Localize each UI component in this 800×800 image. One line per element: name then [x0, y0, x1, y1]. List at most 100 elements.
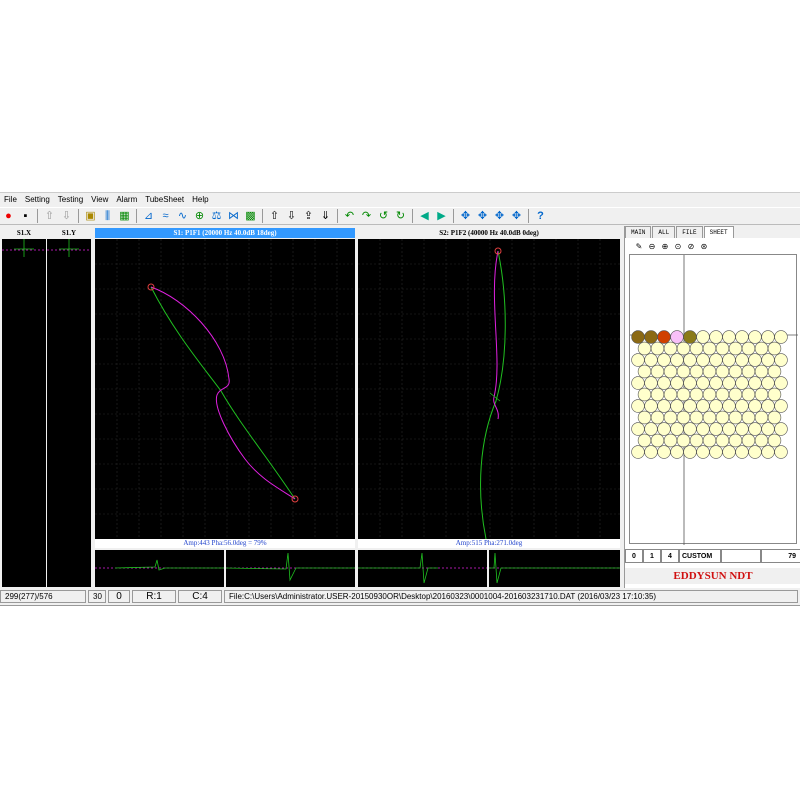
tube-cell[interactable]	[650, 341, 665, 356]
tube-cell[interactable]	[689, 364, 704, 379]
tube-cell[interactable]	[683, 422, 697, 436]
zoom-in-icon[interactable]: ⊕	[659, 241, 671, 251]
tube-cell[interactable]	[748, 422, 762, 436]
tube-cell[interactable]	[663, 433, 678, 448]
tube-cell[interactable]	[735, 445, 749, 459]
tube-cell[interactable]	[689, 387, 704, 402]
lissajous-s2[interactable]	[358, 239, 620, 540]
zoom-reset-icon[interactable]: ⊘	[685, 241, 697, 251]
tube-cell[interactable]	[676, 364, 691, 379]
tube-cell[interactable]	[696, 422, 710, 436]
tube-cell[interactable]	[696, 376, 710, 390]
tube-cell[interactable]	[670, 422, 684, 436]
move-2-icon[interactable]: ✥	[475, 209, 490, 224]
zoom-select-icon[interactable]: ⊛	[698, 241, 710, 251]
tube-cell[interactable]	[631, 399, 645, 413]
tube-cell[interactable]	[735, 376, 749, 390]
record-icon[interactable]: ●	[1, 209, 16, 224]
s1-strip-x[interactable]	[95, 550, 224, 587]
tube-cell[interactable]	[631, 376, 645, 390]
calibrate-icon[interactable]: ▣	[83, 209, 98, 224]
rotate-left-icon[interactable]: ↶	[342, 209, 357, 224]
tube-cell[interactable]	[735, 399, 749, 413]
tube-cell[interactable]	[644, 399, 658, 413]
tube-cell[interactable]	[761, 376, 775, 390]
tube-cell[interactable]	[754, 364, 769, 379]
scale-icon[interactable]: ≈	[158, 209, 173, 224]
tube-cell[interactable]	[741, 433, 756, 448]
tube-cell[interactable]	[774, 376, 788, 390]
tube-cell[interactable]	[728, 433, 743, 448]
save-icon[interactable]: ▪	[18, 209, 33, 224]
menu-file[interactable]: File	[0, 195, 21, 204]
tube-cell[interactable]	[741, 364, 756, 379]
marker-icon[interactable]: ⋈	[226, 209, 241, 224]
s2-strip-x[interactable]	[358, 550, 487, 587]
tube-cell[interactable]	[774, 353, 788, 367]
tube-cell[interactable]	[722, 353, 736, 367]
tubesheet-map[interactable]	[629, 254, 798, 545]
mixer-icon[interactable]: ⫼	[100, 209, 115, 224]
table-icon[interactable]: ▩	[243, 209, 258, 224]
tab-all[interactable]: ALL	[652, 226, 676, 238]
tube-cell[interactable]	[657, 422, 671, 436]
edit-icon[interactable]: ✎	[633, 241, 645, 251]
page-down-icon[interactable]: ⇓	[318, 209, 333, 224]
tube-cell[interactable]	[722, 399, 736, 413]
move-3-icon[interactable]: ✥	[492, 209, 507, 224]
strip-chart-s1x[interactable]	[2, 239, 46, 587]
tube-cell[interactable]	[702, 433, 717, 448]
tube-cell[interactable]	[696, 399, 710, 413]
tube-cell[interactable]	[637, 387, 652, 402]
tube-cell[interactable]	[722, 330, 736, 344]
tube-cell[interactable]	[637, 364, 652, 379]
tube-cell[interactable]	[748, 353, 762, 367]
tube-cell[interactable]	[702, 341, 717, 356]
tube-cell[interactable]	[761, 445, 775, 459]
tube-cell[interactable]	[657, 353, 671, 367]
tube-cell[interactable]	[709, 422, 723, 436]
tube-cell[interactable]	[689, 433, 704, 448]
grid-icon[interactable]: ▦	[117, 209, 132, 224]
tube-cell[interactable]	[663, 387, 678, 402]
tube-cell[interactable]	[735, 353, 749, 367]
chart-icon[interactable]: ⊿	[141, 209, 156, 224]
phase-icon[interactable]: ∿	[175, 209, 190, 224]
tube-cell[interactable]	[670, 399, 684, 413]
tube-cell[interactable]	[735, 330, 749, 344]
tube-cell[interactable]	[689, 410, 704, 425]
tube-cell[interactable]	[676, 387, 691, 402]
lissajous-s1[interactable]	[95, 239, 355, 539]
tube-cell[interactable]	[637, 410, 652, 425]
tube-cell[interactable]	[663, 341, 678, 356]
tube-cell[interactable]	[683, 376, 697, 390]
tube-cell[interactable]	[702, 364, 717, 379]
tube-cell[interactable]	[644, 445, 658, 459]
tube-cell[interactable]	[715, 433, 730, 448]
tube-cell[interactable]	[650, 433, 665, 448]
tube-cell[interactable]	[631, 330, 645, 344]
tube-cell[interactable]	[676, 433, 691, 448]
menu-tubesheet[interactable]: TubeSheet	[141, 195, 188, 204]
tube-cell[interactable]	[657, 330, 671, 344]
s1-strip-y[interactable]	[225, 550, 355, 587]
tube-cell[interactable]	[683, 445, 697, 459]
tube-cell[interactable]	[728, 387, 743, 402]
zoom-fit-icon[interactable]: ⊙	[672, 241, 684, 251]
tube-cell[interactable]	[683, 330, 697, 344]
tube-cell[interactable]	[676, 341, 691, 356]
tube-cell[interactable]	[670, 376, 684, 390]
tube-cell[interactable]	[715, 364, 730, 379]
tube-cell[interactable]	[741, 410, 756, 425]
s2-strip-y[interactable]	[489, 550, 620, 587]
tube-cell[interactable]	[709, 353, 723, 367]
tube-cell[interactable]	[683, 353, 697, 367]
tube-cell[interactable]	[735, 422, 749, 436]
tube-cell[interactable]	[761, 330, 775, 344]
tube-cell[interactable]	[754, 341, 769, 356]
tube-cell[interactable]	[728, 341, 743, 356]
tube-cell[interactable]	[709, 376, 723, 390]
tube-cell[interactable]	[715, 387, 730, 402]
tube-cell[interactable]	[767, 341, 782, 356]
tube-cell[interactable]	[774, 445, 788, 459]
